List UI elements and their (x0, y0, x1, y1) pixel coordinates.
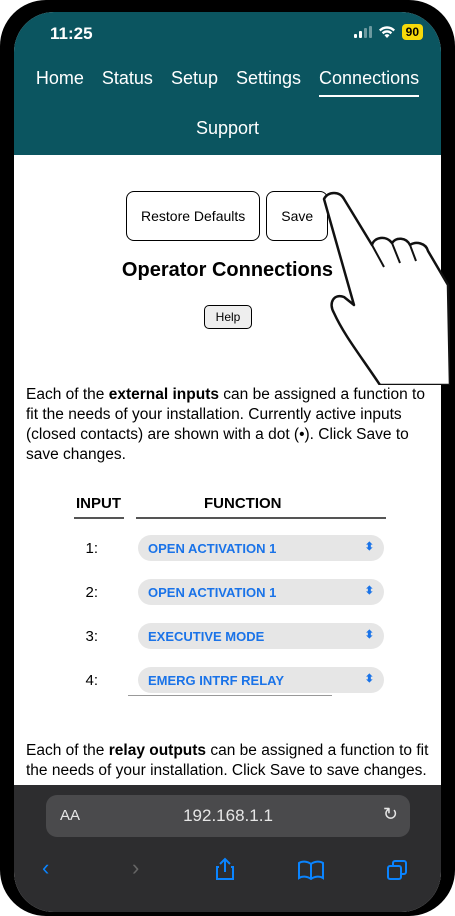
chevron-updown-icon: ⬍ (364, 673, 374, 685)
tabs-icon[interactable] (386, 859, 408, 881)
bookmarks-icon[interactable] (298, 860, 324, 880)
nav-support[interactable]: Support (14, 118, 441, 139)
phone-frame: 11:25 90 Home Status Setup Settings Conn… (0, 0, 455, 916)
nav-status[interactable]: Status (102, 68, 153, 97)
select-value: OPEN ACTIVATION 1 (148, 541, 277, 556)
reload-icon[interactable]: ↻ (383, 804, 398, 825)
header: 11:25 90 Home Status Setup Settings Conn… (14, 12, 441, 155)
inputs-text-bold: external inputs (108, 386, 219, 403)
nav-bar: Home Status Setup Settings Connections (14, 68, 441, 97)
select-value: EXECUTIVE MODE (148, 629, 265, 644)
function-column-header: FUNCTION (204, 495, 282, 512)
input-number: 4: (85, 672, 98, 689)
share-icon[interactable] (214, 857, 236, 881)
input-number: 1: (85, 540, 98, 557)
wifi-icon (378, 26, 395, 38)
url-text: 192.168.1.1 (183, 806, 273, 825)
restore-defaults-button[interactable]: Restore Defaults (126, 191, 261, 241)
chevron-updown-icon: ⬍ (364, 541, 374, 553)
input-number: 3: (85, 628, 98, 645)
chevron-updown-icon: ⬍ (364, 629, 374, 641)
nav-settings[interactable]: Settings (236, 68, 301, 97)
tap-hand-icon (322, 191, 450, 385)
signal-icon (353, 26, 372, 38)
browser-toolbar: AA 192.168.1.1 ↻ ‹ › (14, 785, 441, 912)
table-row: 3: EXECUTIVE MODE ⬍ (14, 623, 441, 651)
table-row: 2: OPEN ACTIVATION 1 ⬍ (14, 579, 441, 607)
inputs-text-pre: Each of the (26, 386, 109, 403)
select-value: OPEN ACTIVATION 1 (148, 585, 277, 600)
relay-description: Each of the relay outputs can be assigne… (26, 741, 431, 781)
button-row: Restore Defaults Save (126, 191, 329, 241)
header-underline (136, 517, 386, 519)
function-select[interactable]: EXECUTIVE MODE ⬍ (138, 623, 384, 649)
function-select[interactable]: EMERG INTRF RELAY ⬍ (138, 667, 384, 693)
forward-icon[interactable]: › (132, 855, 139, 881)
nav-connections[interactable]: Connections (319, 68, 420, 97)
help-button[interactable]: Help (204, 305, 252, 329)
nav-home[interactable]: Home (36, 68, 84, 97)
input-column-header: INPUT (76, 495, 121, 512)
function-select[interactable]: OPEN ACTIVATION 1 ⬍ (138, 579, 384, 605)
screen: 11:25 90 Home Status Setup Settings Conn… (14, 12, 441, 912)
status-time: 11:25 (50, 24, 93, 43)
relay-text-pre: Each of the (26, 742, 109, 759)
nav-setup[interactable]: Setup (171, 68, 218, 97)
function-select[interactable]: OPEN ACTIVATION 1 ⬍ (138, 535, 384, 561)
header-underline (74, 517, 124, 519)
address-bar[interactable]: AA 192.168.1.1 ↻ (46, 795, 410, 837)
status-icons: 90 (353, 24, 423, 40)
select-value: EMERG INTRF RELAY (148, 673, 285, 688)
table-row: 1: OPEN ACTIVATION 1 ⬍ (14, 535, 441, 563)
back-icon[interactable]: ‹ (42, 855, 49, 881)
table-row: 4: EMERG INTRF RELAY ⬍ (14, 667, 441, 695)
battery-indicator: 90 (401, 24, 423, 40)
chevron-updown-icon: ⬍ (364, 585, 374, 597)
divider (128, 695, 332, 696)
relay-text-bold: relay outputs (108, 742, 207, 759)
inputs-description: Each of the external inputs can be assig… (26, 385, 431, 465)
input-number: 2: (85, 584, 98, 601)
